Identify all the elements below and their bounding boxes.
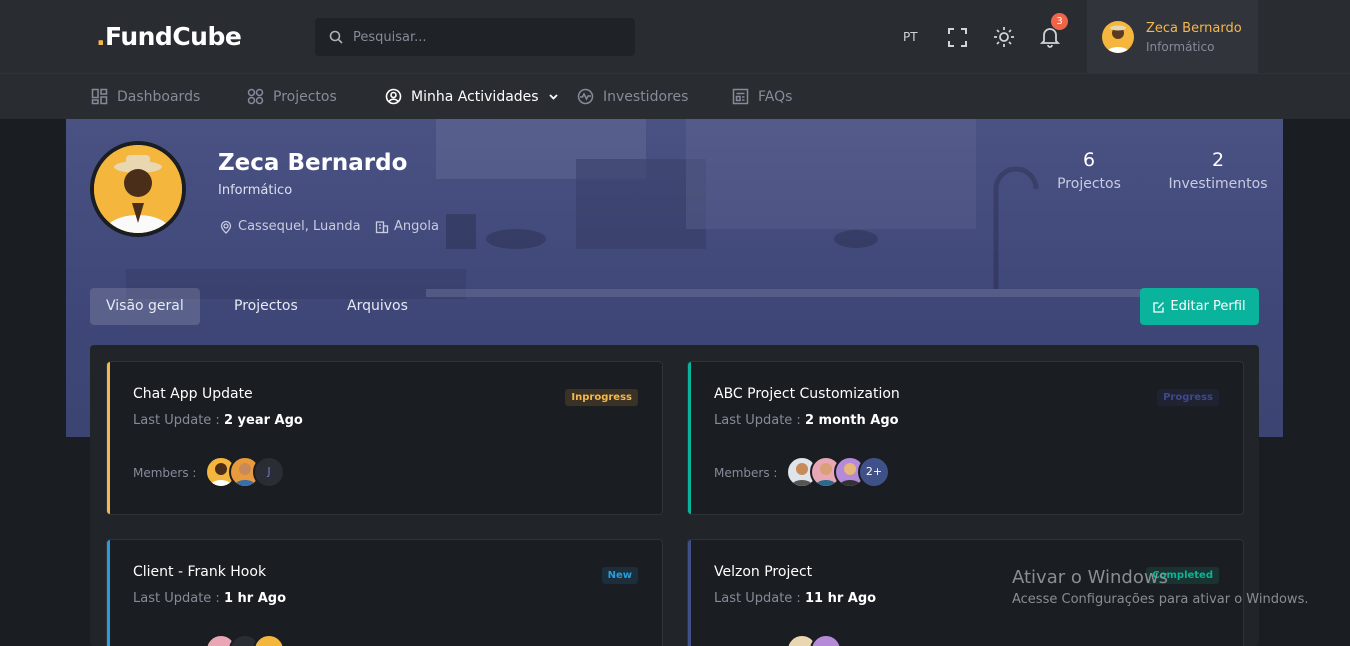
project-title[interactable]: ABC Project Customization [714,386,900,402]
update-prefix: Last Update : [714,413,801,428]
project-last-update: Last Update : 1 hr Ago [133,591,286,606]
member-avatars: J [205,456,285,488]
tab-projectos[interactable]: Projectos [218,288,314,325]
project-last-update: Last Update : 2 year Ago [133,413,303,428]
update-prefix: Last Update : [714,591,801,606]
card-accent [688,362,691,514]
edit-icon [1153,301,1165,313]
stat-label: Projectos [1057,176,1121,192]
user-circle-icon [385,88,402,105]
chevron-down-icon [548,94,558,100]
update-prefix: Last Update : [133,591,220,606]
stat-investimentos: 2 Investimentos [1160,149,1276,192]
update-value: 11 hr Ago [804,591,877,606]
edit-profile-label: Editar Perfil [1170,299,1246,314]
search-input[interactable] [353,18,623,56]
card-accent [107,540,110,646]
profile-avatar [90,141,186,237]
newspaper-icon [732,88,749,105]
profile-location: Cassequel, Luanda [219,219,361,234]
building-icon [375,220,389,233]
location-text: Cassequel, Luanda [238,219,361,234]
fullscreen-icon[interactable] [948,28,967,47]
user-name: Zeca Bernardo [1146,21,1242,36]
watermark-subtitle: Acesse Configurações para ativar o Windo… [1012,592,1309,607]
project-title[interactable]: Client - Frank Hook [133,564,266,580]
logo-dot: . [96,22,106,51]
status-badge: Progress [1157,389,1219,406]
nav-item-projectos[interactable]: Projectos [247,88,337,105]
search-icon [329,30,343,44]
profile-country: Angola [375,219,439,234]
watermark-title: Ativar o Windows [1012,567,1168,588]
language-selector[interactable]: PT [903,30,918,44]
members-label: Members : [133,466,197,480]
stat-value: 2 [1211,149,1225,171]
project-card[interactable]: Chat App Update Last Update : 2 year Ago… [106,361,663,515]
topbar: .FundCube PT 3 Zeca Bernardo Informático [0,0,1350,73]
main-nav: Dashboards Projectos Minha Actividades I… [0,73,1350,119]
user-menu[interactable]: Zeca Bernardo Informático [1087,0,1258,73]
pulse-icon [577,88,594,105]
notification-badge: 3 [1051,13,1068,30]
card-accent [688,540,691,646]
avatar[interactable] [810,634,842,646]
edit-profile-button[interactable]: Editar Perfil [1140,288,1259,325]
nav-label: Projectos [273,88,337,105]
map-pin-icon [220,220,232,234]
project-title[interactable]: Chat App Update [133,386,253,402]
status-badge: New [601,567,638,584]
apps-icon [247,88,264,105]
logo-text: FundCube [105,22,242,51]
user-role: Informático [1146,40,1215,54]
status-badge: Inprogress [565,389,638,406]
nav-item-dashboards[interactable]: Dashboards [91,88,200,105]
nav-label: FAQs [758,88,793,105]
country-text: Angola [394,219,439,234]
nav-item-minha-actividades[interactable]: Minha Actividades [385,88,559,105]
avatar [1102,21,1134,53]
more-members-count[interactable]: 2+ [858,456,890,488]
stat-label: Investimentos [1168,176,1268,192]
tab-visao-geral[interactable]: Visão geral [90,288,200,325]
project-last-update: Last Update : 11 hr Ago [714,591,876,606]
update-prefix: Last Update : [133,413,220,428]
nav-label: Investidores [603,88,689,105]
nav-item-investidores[interactable]: Investidores [577,88,688,105]
nav-label: Minha Actividades [411,88,539,105]
avatar[interactable] [253,634,285,646]
card-accent [107,362,110,514]
update-value: 2 month Ago [804,413,899,428]
nav-item-faqs[interactable]: FAQs [732,88,792,105]
member-avatars: 2+ [786,456,890,488]
member-avatars [205,634,285,646]
profile-role: Informático [218,183,293,198]
update-value: 1 hr Ago [223,591,287,606]
profile-name: Zeca Bernardo [218,150,408,176]
dashboard-icon [91,88,108,105]
search-box [315,18,635,56]
sun-icon[interactable] [993,26,1015,48]
member-avatars [786,634,842,646]
members-label: Members : [714,466,778,480]
tab-arquivos[interactable]: Arquivos [331,288,424,325]
avatar-initial[interactable]: J [253,456,285,488]
project-title[interactable]: Velzon Project [714,564,812,580]
logo[interactable]: .FundCube [96,22,242,51]
project-card[interactable]: ABC Project Customization Last Update : … [687,361,1244,515]
project-last-update: Last Update : 2 month Ago [714,413,899,428]
stat-value: 6 [1082,149,1096,171]
stat-projectos: 6 Projectos [1049,149,1129,192]
windows-activation-watermark: Ativar o Windows Acesse Configurações pa… [1012,567,1308,607]
update-value: 2 year Ago [223,413,303,428]
nav-label: Dashboards [117,88,201,105]
project-card[interactable]: Client - Frank Hook Last Update : 1 hr A… [106,539,663,646]
